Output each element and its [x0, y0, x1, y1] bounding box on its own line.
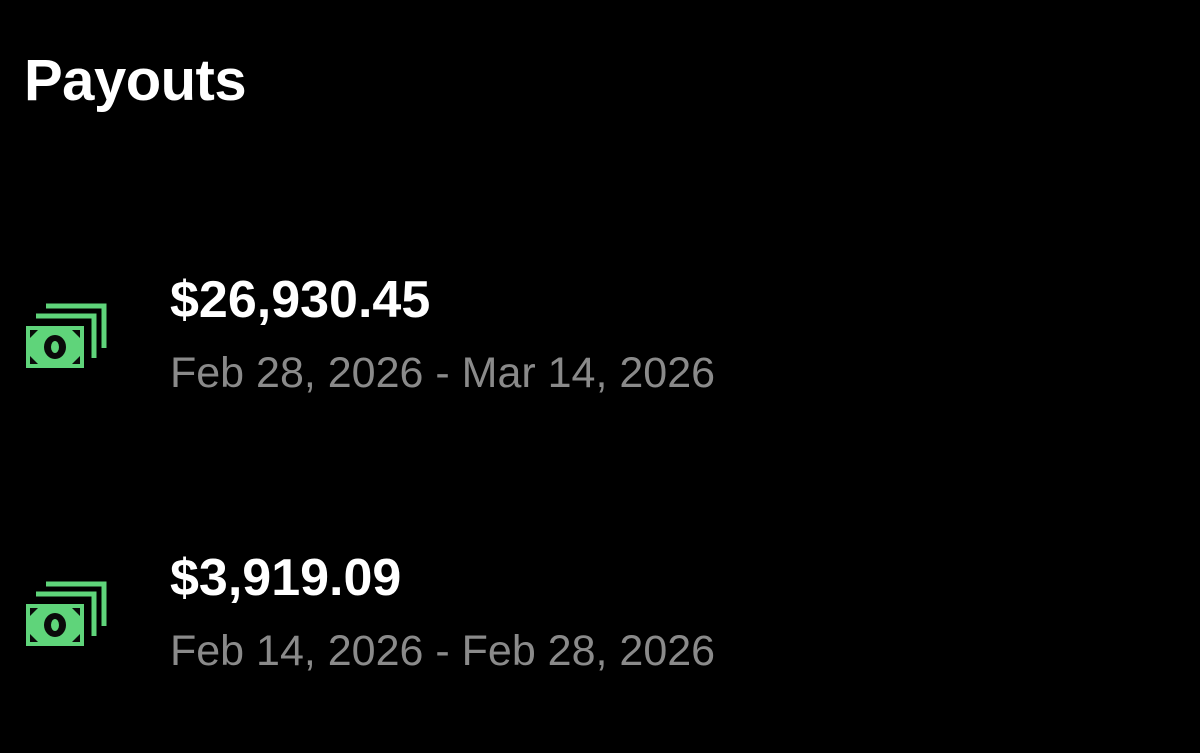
payout-list: $26,930.45 Feb 28, 2026 - Mar 14, 2026 $… — [0, 0, 1200, 753]
payout-date-range: Feb 14, 2026 - Feb 28, 2026 — [170, 627, 716, 675]
cash-stack-icon — [24, 580, 108, 650]
payout-amount: $26,930.45 — [170, 271, 431, 329]
payout-date-range: Feb 28, 2026 - Mar 14, 2026 — [170, 349, 716, 397]
payout-amount: $3,919.09 — [170, 549, 402, 607]
payout-row[interactable]: $26,930.45 Feb 28, 2026 - Mar 14, 2026 — [0, 262, 1200, 412]
payouts-screen: Payouts $26,930.45 Feb 28, 2026 - Mar 14… — [0, 0, 1200, 753]
cash-stack-icon — [24, 302, 108, 372]
payout-row[interactable]: $3,919.09 Feb 14, 2026 - Feb 28, 2026 — [0, 540, 1200, 690]
